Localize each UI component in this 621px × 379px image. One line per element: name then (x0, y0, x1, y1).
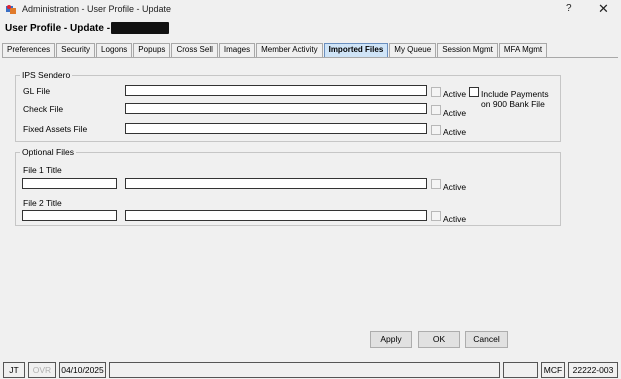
file1-path-input[interactable] (125, 178, 427, 189)
tab-preferences[interactable]: Preferences (2, 43, 56, 57)
file1-active-checkbox[interactable] (431, 179, 441, 189)
check-file-active-checkbox[interactable] (431, 105, 441, 115)
include-payments-label-1: Include Payments (481, 89, 549, 99)
gl-file-active-label: Active (443, 89, 467, 99)
file1-active-label: Active (443, 182, 467, 192)
include-payments-checkbox[interactable] (469, 87, 479, 97)
fixed-assets-file-input[interactable] (125, 123, 427, 134)
status-bar: JT OVR 04/10/2025 MCF 22222-003 (0, 360, 621, 379)
gl-file-active-checkbox[interactable] (431, 87, 441, 97)
tab-mfa-mgmt[interactable]: MFA Mgmt (498, 43, 548, 57)
tab-images[interactable]: Images (218, 43, 256, 57)
tab-strip: Preferences Security Logons Popups Cross… (2, 43, 548, 57)
redacted-username (111, 22, 169, 34)
status-ovr: OVR (28, 362, 56, 378)
fixed-assets-file-label: Fixed Assets File (23, 124, 88, 134)
tab-my-queue[interactable]: My Queue (389, 43, 437, 57)
status-code: 22222-003 (568, 362, 618, 378)
fixed-assets-active-checkbox[interactable] (431, 125, 441, 135)
page-title: User Profile - Update - (5, 23, 111, 34)
tab-member-activity[interactable]: Member Activity (256, 43, 323, 57)
file2-path-input[interactable] (125, 210, 427, 221)
fixed-assets-active-label: Active (443, 127, 467, 137)
gl-file-input[interactable] (125, 85, 427, 96)
optional-files-legend: Optional Files (20, 147, 76, 157)
tab-security[interactable]: Security (56, 43, 96, 57)
tab-cross-sell[interactable]: Cross Sell (171, 43, 218, 57)
window-title: Administration - User Profile - Update (22, 4, 172, 14)
file1-title-input[interactable] (22, 178, 117, 189)
close-button[interactable]: ✕ (598, 1, 609, 17)
help-button[interactable]: ? (566, 3, 572, 14)
check-file-active-label: Active (443, 108, 467, 118)
status-mode: MCF (541, 362, 565, 378)
file2-active-checkbox[interactable] (431, 211, 441, 221)
tab-session-mgmt[interactable]: Session Mgmt (437, 43, 498, 57)
cancel-button[interactable]: Cancel (465, 331, 508, 348)
status-empty (503, 362, 538, 378)
gl-file-label: GL File (23, 86, 51, 96)
app-icon (6, 5, 16, 14)
tab-imported-files[interactable]: Imported Files (323, 43, 389, 57)
status-date: 04/10/2025 (59, 362, 106, 378)
include-payments-label-2: on 900 Bank File (481, 99, 545, 109)
check-file-label: Check File (23, 104, 64, 114)
tab-logons[interactable]: Logons (96, 43, 133, 57)
ok-button[interactable]: OK (418, 331, 460, 348)
apply-button[interactable]: Apply (370, 331, 412, 348)
tab-popups[interactable]: Popups (133, 43, 171, 57)
file2-title-input[interactable] (22, 210, 117, 221)
status-user: JT (3, 362, 25, 378)
file2-active-label: Active (443, 214, 467, 224)
status-message (109, 362, 500, 378)
title-bar: Administration - User Profile - Update ?… (0, 0, 621, 19)
file2-title-label: File 2 Title (23, 198, 62, 208)
file1-title-label: File 1 Title (23, 165, 62, 175)
ips-sendero-legend: IPS Sendero (20, 70, 73, 80)
check-file-input[interactable] (125, 103, 427, 114)
